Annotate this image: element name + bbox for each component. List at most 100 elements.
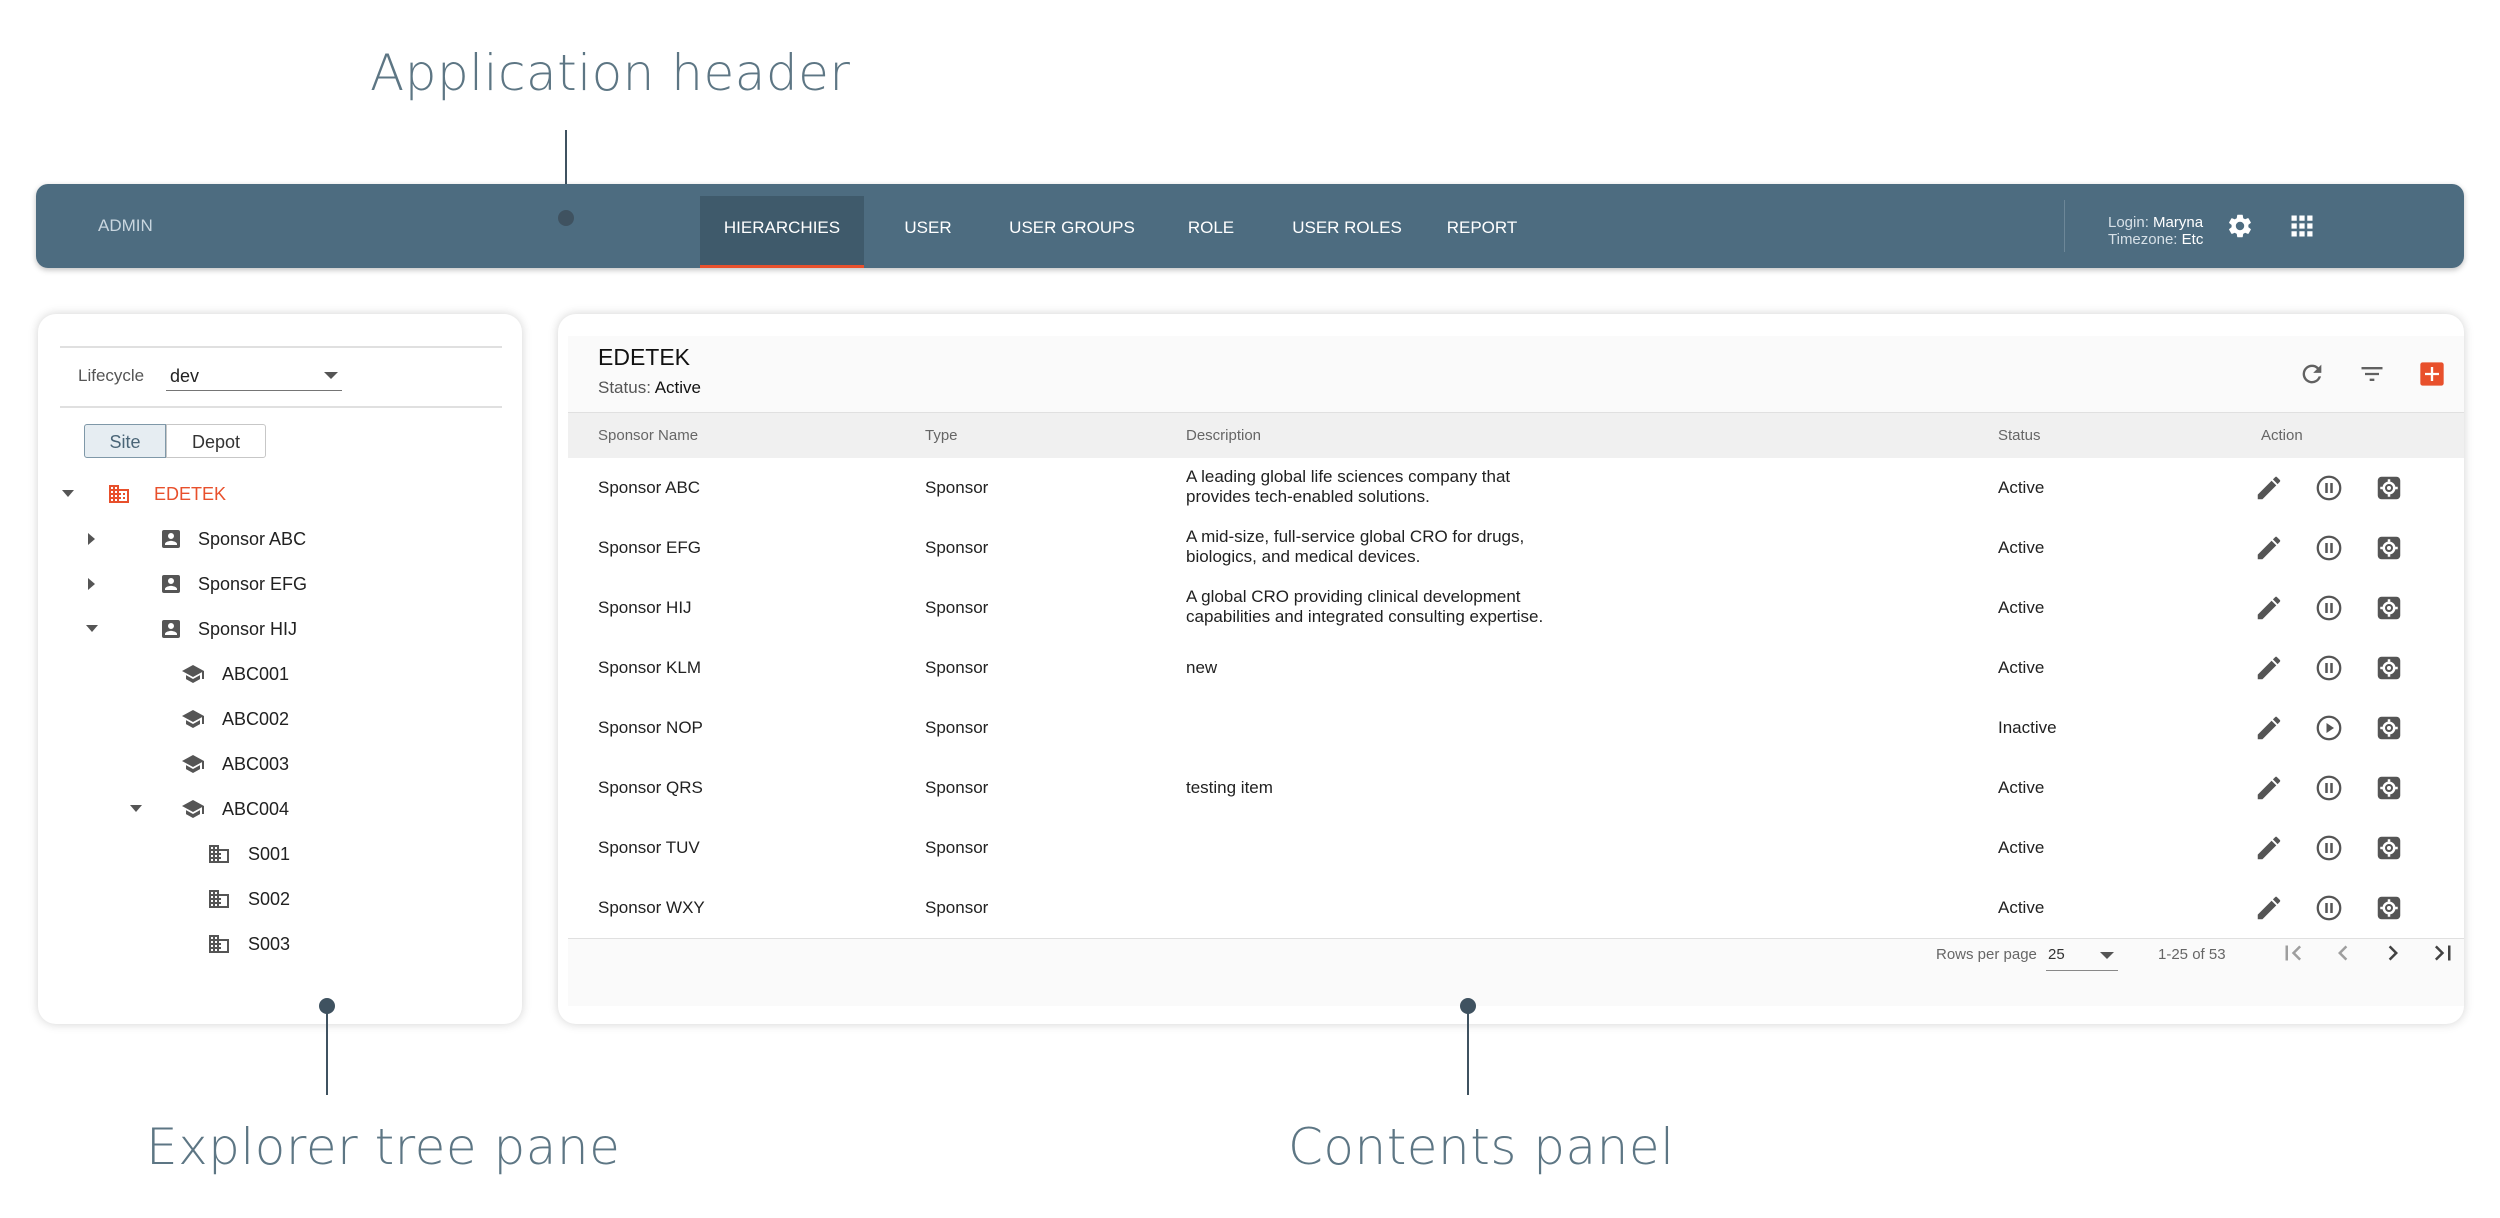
tab-user-roles[interactable]: USER ROLES (1282, 196, 1412, 268)
refresh-icon[interactable] (2298, 360, 2326, 388)
pause-circle-icon[interactable] (2314, 893, 2344, 923)
add-icon[interactable] (2418, 360, 2446, 388)
cell-sponsor-name: Sponsor ABC (598, 478, 701, 497)
edit-icon[interactable] (2254, 713, 2284, 743)
login-info: Login: Maryna Timezone: Etc (2108, 214, 2203, 248)
column-header-type[interactable]: Type (925, 413, 958, 459)
pause-circle-icon[interactable] (2314, 593, 2344, 623)
graduation-cap-icon (182, 665, 204, 683)
pause-circle-icon[interactable] (2314, 533, 2344, 563)
rows-per-page-value: 25 (2048, 946, 2065, 963)
table-row[interactable]: Sponsor QRS Sponsor testing item Active (568, 758, 2464, 819)
tab-role[interactable]: ROLE (1176, 196, 1246, 268)
rows-per-page-select[interactable]: 25 (2046, 940, 2118, 971)
graduation-cap-icon (182, 755, 204, 773)
settings-box-icon[interactable] (2374, 893, 2404, 923)
edit-icon[interactable] (2254, 533, 2284, 563)
pause-circle-icon[interactable] (2314, 473, 2344, 503)
first-page-icon[interactable] (2278, 938, 2308, 968)
pause-circle-icon[interactable] (2314, 833, 2344, 863)
settings-box-icon[interactable] (2374, 833, 2404, 863)
cell-type: Sponsor (925, 598, 989, 617)
graduation-cap-icon (182, 710, 204, 728)
tree-node-edetek[interactable]: EDETEK (58, 476, 358, 512)
table-row[interactable]: Sponsor HIJ Sponsor A global CRO providing… (568, 578, 2464, 639)
caret-right-icon[interactable] (88, 578, 95, 590)
cell-sponsor-name: Sponsor QRS (598, 778, 703, 797)
toggle-depot-button[interactable]: Depot (166, 424, 266, 458)
caret-down-icon[interactable] (86, 625, 98, 632)
person-badge-icon (162, 575, 180, 593)
description-line: A global CRO providing clinical developm… (1186, 587, 1521, 606)
chevron-down-icon (2100, 952, 2114, 959)
tree-node-abc001[interactable]: ABC001 (58, 656, 358, 692)
lifecycle-value: dev (170, 366, 200, 386)
cell-description: A global CRO providing clinical developm… (1186, 587, 1586, 627)
next-page-icon[interactable] (2378, 938, 2408, 968)
table-row[interactable]: Sponsor KLM Sponsor new Active (568, 638, 2464, 699)
table-header: Sponsor Name Type Description Status Act… (568, 412, 2464, 460)
tree-node-abc002[interactable]: ABC002 (58, 701, 358, 737)
tree-node-abc003[interactable]: ABC003 (58, 746, 358, 782)
tree-node-s001[interactable]: S001 (58, 836, 358, 872)
edit-icon[interactable] (2254, 773, 2284, 803)
pause-circle-icon[interactable] (2314, 773, 2344, 803)
edit-icon[interactable] (2254, 473, 2284, 503)
tab-user[interactable]: USER (888, 196, 968, 268)
tab-hierarchies[interactable]: HIERARCHIES (700, 196, 864, 268)
apps-grid-icon[interactable] (2288, 212, 2316, 240)
edit-icon[interactable] (2254, 653, 2284, 683)
caret-down-icon[interactable] (130, 805, 142, 812)
cell-description: A mid-size, full-service global CRO for … (1186, 527, 1586, 567)
pause-circle-icon[interactable] (2314, 653, 2344, 683)
callout-dot (1460, 998, 1476, 1014)
cell-description: A leading global life sciences company t… (1186, 467, 1586, 507)
column-header-sponsor-name[interactable]: Sponsor Name (598, 413, 698, 459)
timezone-value: Etc (2181, 231, 2204, 248)
edit-icon[interactable] (2254, 593, 2284, 623)
tree-node-s002[interactable]: S002 (58, 881, 358, 917)
cell-type: Sponsor (925, 718, 989, 737)
login-label: Login: (2108, 214, 2149, 231)
settings-box-icon[interactable] (2374, 653, 2404, 683)
table-row[interactable]: Sponsor ABC Sponsor A leading global life … (568, 458, 2464, 519)
lifecycle-select[interactable]: dev (166, 360, 342, 391)
gear-icon[interactable] (2226, 212, 2254, 240)
description-line: biologics, and medical devices. (1186, 547, 1421, 566)
settings-box-icon[interactable] (2374, 473, 2404, 503)
cell-status: Active (1998, 598, 2045, 617)
tab-report[interactable]: REPORT (1440, 196, 1524, 268)
table-row[interactable]: Sponsor TUV Sponsor Active (568, 818, 2464, 879)
last-page-icon[interactable] (2428, 938, 2458, 968)
tree-node-s003[interactable]: S003 (58, 926, 358, 962)
cell-status: Active (1998, 778, 2045, 797)
settings-box-icon[interactable] (2374, 533, 2404, 563)
edit-icon[interactable] (2254, 893, 2284, 923)
column-header-status[interactable]: Status (1998, 413, 2041, 459)
table-row[interactable]: Sponsor NOP Sponsor Inactive (568, 698, 2464, 759)
settings-box-icon[interactable] (2374, 773, 2404, 803)
toggle-site-button[interactable]: Site (84, 424, 166, 458)
previous-page-icon[interactable] (2328, 938, 2358, 968)
caret-down-icon[interactable] (62, 490, 74, 497)
settings-box-icon[interactable] (2374, 713, 2404, 743)
tree-node-sponsor-efg[interactable]: Sponsor EFG (58, 566, 358, 602)
edit-icon[interactable] (2254, 833, 2284, 863)
tree-node-abc004[interactable]: ABC004 (58, 791, 358, 827)
caret-right-icon[interactable] (88, 533, 95, 545)
cell-sponsor-name: Sponsor EFG (598, 538, 701, 557)
tree-node-label: S003 (248, 934, 291, 954)
tab-user-groups[interactable]: USER GROUPS (1002, 196, 1142, 268)
table-row[interactable]: Sponsor EFG Sponsor A mid-size, full-servi… (568, 518, 2464, 579)
tree-node-sponsor-abc[interactable]: Sponsor ABC (58, 521, 358, 557)
callout-application-header: Application header (370, 44, 851, 102)
cell-sponsor-name: Sponsor KLM (598, 658, 701, 677)
play-circle-icon[interactable] (2314, 713, 2344, 743)
settings-box-icon[interactable] (2374, 593, 2404, 623)
column-header-description[interactable]: Description (1186, 413, 1261, 459)
table-row[interactable]: Sponsor WXY Sponsor Active (568, 878, 2464, 939)
tree-node-sponsor-hij[interactable]: Sponsor HIJ (58, 611, 358, 647)
admin-label[interactable]: ADMIN (98, 184, 153, 268)
contents-panel: EDETEK Status: Active Sponsor Name Type … (558, 314, 2464, 1024)
filter-icon[interactable] (2358, 360, 2386, 388)
